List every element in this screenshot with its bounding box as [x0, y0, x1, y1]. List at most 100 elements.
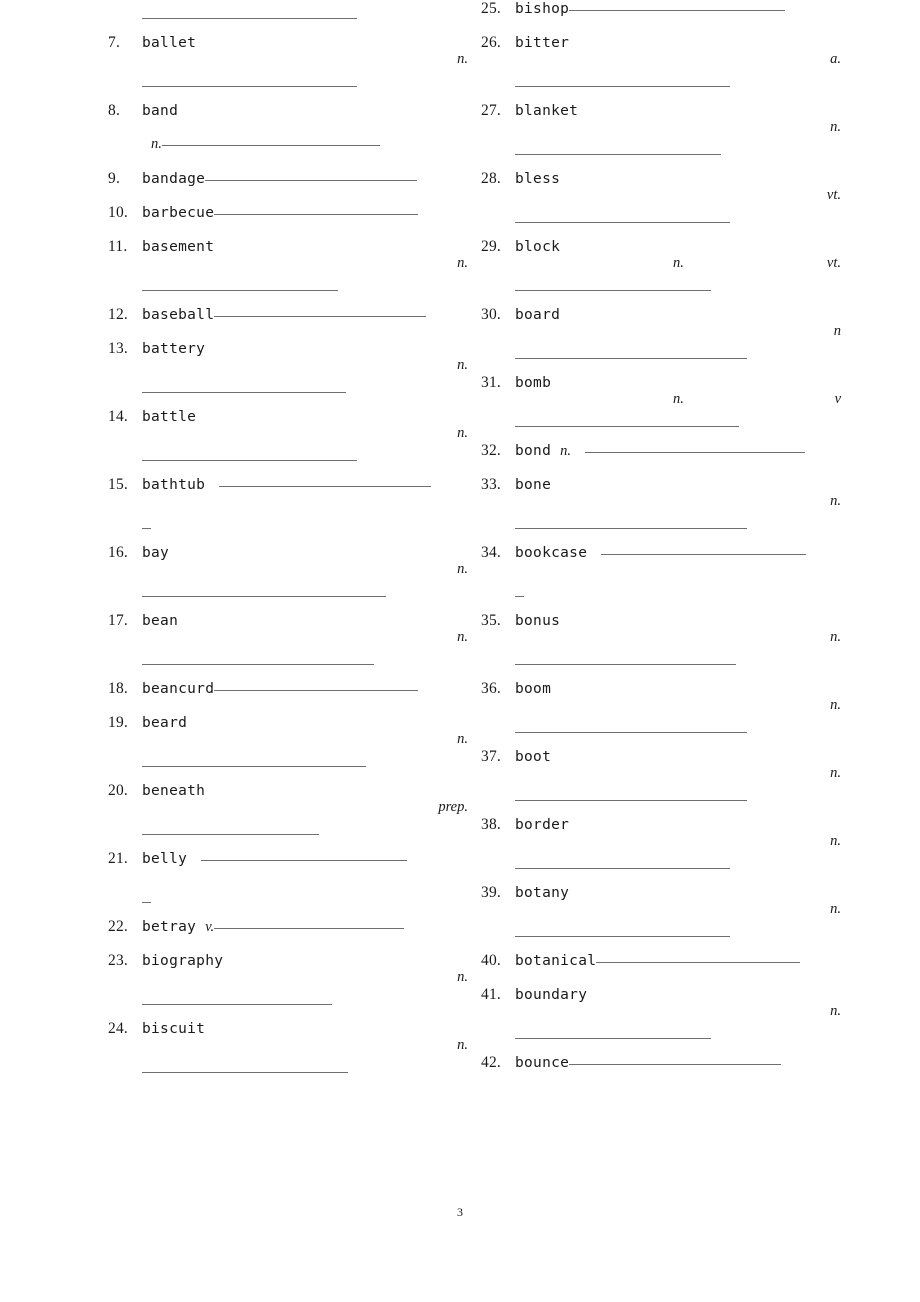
- part-of-speech: n.: [830, 697, 841, 713]
- answer-rule[interactable]: [515, 800, 747, 801]
- answer-rule[interactable]: [142, 834, 319, 835]
- entry-number: 39.: [481, 884, 501, 901]
- answer-rule[interactable]: [515, 732, 747, 733]
- answer-rule[interactable]: [515, 86, 730, 87]
- answer-rule[interactable]: [569, 10, 786, 11]
- vocabulary-entry: 20. beneath prep.: [108, 782, 468, 816]
- answer-rule[interactable]: [142, 392, 346, 393]
- part-of-speech: n.: [830, 765, 841, 781]
- answer-rule[interactable]: [515, 936, 730, 937]
- part-of-speech: n: [833, 323, 841, 339]
- answer-rule[interactable]: [161, 145, 380, 146]
- answer-rule[interactable]: [201, 860, 408, 861]
- part-of-speech: n.: [830, 901, 841, 917]
- part-of-speech: n.: [457, 51, 468, 67]
- answer-rule-row: [108, 816, 468, 850]
- entry-word: bean: [142, 613, 179, 629]
- answer-rule[interactable]: [515, 868, 730, 869]
- answer-rule[interactable]: [142, 460, 357, 461]
- answer-rule[interactable]: [142, 1072, 348, 1073]
- entry-number: 37.: [481, 748, 501, 765]
- vocabulary-entry: 28. bless vt.: [481, 170, 841, 204]
- entry-word: ballet: [142, 35, 197, 51]
- entry-word: beancurd: [142, 681, 215, 697]
- answer-rule[interactable]: [142, 18, 357, 19]
- entry-number: 16.: [108, 544, 128, 561]
- answer-rule-row: [108, 374, 468, 408]
- entry-number: 34.: [481, 544, 501, 561]
- vocabulary-entry: 16. bay n.: [108, 544, 468, 578]
- entry-number: 36.: [481, 680, 501, 697]
- answer-rule-row: [108, 646, 468, 680]
- entry-number: 9.: [108, 170, 121, 187]
- answer-rule[interactable]: [142, 596, 386, 597]
- vocabulary-entry: 14. battle n.: [108, 408, 468, 442]
- part-of-speech: n.: [830, 629, 841, 645]
- answer-rule[interactable]: [515, 664, 736, 665]
- answer-rule[interactable]: [205, 180, 418, 181]
- answer-rule[interactable]: [515, 290, 711, 291]
- entry-word: battle: [142, 409, 197, 425]
- entry-number: 8.: [108, 102, 121, 119]
- answer-rule[interactable]: [142, 766, 366, 767]
- entry-number: 17.: [108, 612, 128, 629]
- entry-word: biography: [142, 953, 224, 969]
- rule-continuation-dash-row: [108, 884, 468, 918]
- answer-rule[interactable]: [219, 486, 432, 487]
- answer-rule[interactable]: [515, 528, 747, 529]
- entry-number: 28.: [481, 170, 501, 187]
- answer-rule[interactable]: [214, 316, 427, 317]
- answer-rule[interactable]: [214, 928, 405, 929]
- answer-rule[interactable]: [142, 86, 357, 87]
- entry-word: bomb: [515, 375, 552, 391]
- part-of-speech: n.: [830, 1003, 841, 1019]
- entry-word: bonus: [515, 613, 561, 629]
- part-of-speech: n.: [830, 119, 841, 135]
- answer-rule-row: [481, 510, 841, 544]
- entry-word: block: [515, 239, 561, 255]
- entry-word: blanket: [515, 103, 579, 119]
- answer-rule-row: [481, 136, 841, 170]
- vocabulary-entry: 41. boundary n.: [481, 986, 841, 1020]
- answer-rule-row: [481, 850, 841, 884]
- answer-rule[interactable]: [569, 1064, 782, 1065]
- answer-rule[interactable]: [515, 426, 739, 427]
- entry-number: 19.: [108, 714, 128, 731]
- answer-rule[interactable]: [214, 690, 419, 691]
- answer-rule[interactable]: [214, 214, 419, 215]
- answer-rule[interactable]: [515, 222, 730, 223]
- part-of-speech-secondary: n.: [673, 391, 684, 407]
- answer-rule[interactable]: [515, 358, 747, 359]
- part-of-speech: n.: [457, 731, 468, 747]
- entry-word: beneath: [142, 783, 206, 799]
- entry-number: 30.: [481, 306, 501, 323]
- answer-rule-row: [481, 204, 841, 238]
- part-of-speech: n.: [457, 1037, 468, 1053]
- answer-rule-row: [481, 782, 841, 816]
- vocabulary-entry: 22. betray v.: [108, 918, 468, 952]
- entry-number: 38.: [481, 816, 501, 833]
- answer-rule[interactable]: [142, 1004, 332, 1005]
- answer-rule-row: [481, 714, 841, 748]
- entry-number: 27.: [481, 102, 501, 119]
- entry-number: 40.: [481, 952, 501, 969]
- answer-rule[interactable]: [515, 154, 721, 155]
- entry-number: 24.: [108, 1020, 128, 1037]
- vocabulary-entry: 40. botanical: [481, 952, 841, 986]
- part-of-speech: n.: [830, 493, 841, 509]
- vocabulary-entry: 7. ballet n.: [108, 34, 468, 68]
- entry-number: 21.: [108, 850, 128, 867]
- rule-continuation-dash-row: [108, 510, 468, 544]
- entry-number: 22.: [108, 918, 128, 935]
- answer-rule[interactable]: [142, 290, 338, 291]
- answer-rule[interactable]: [601, 554, 807, 555]
- vocabulary-entry: 25. bishop: [481, 0, 841, 34]
- answer-rule[interactable]: [585, 452, 805, 453]
- rule-continuation-dash: [142, 528, 151, 529]
- entry-number: 26.: [481, 34, 501, 51]
- answer-rule[interactable]: [515, 1038, 711, 1039]
- part-of-speech-inline: n.: [560, 443, 571, 459]
- vocabulary-entry: 27. blanket n.: [481, 102, 841, 136]
- answer-rule[interactable]: [596, 962, 801, 963]
- answer-rule[interactable]: [142, 664, 374, 665]
